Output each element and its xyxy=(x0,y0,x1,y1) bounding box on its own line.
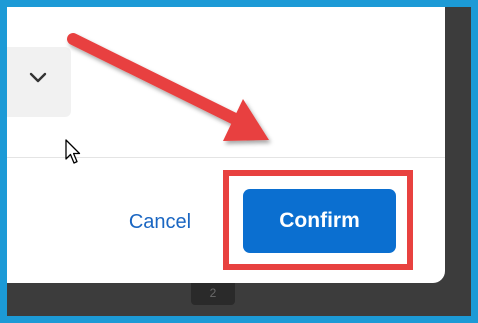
background-page-chip-text: 2 xyxy=(209,286,217,300)
confirm-dialog: Cancel Confirm xyxy=(7,7,445,283)
dropdown-select[interactable] xyxy=(7,47,71,117)
confirm-button[interactable]: Confirm xyxy=(243,189,396,253)
background-page-chip: 2 xyxy=(191,283,235,305)
cancel-button[interactable]: Cancel xyxy=(107,203,213,241)
mouse-pointer-icon xyxy=(65,139,81,164)
chevron-down-icon xyxy=(29,72,47,83)
screenshot-frame: 2 Cancel Confirm xyxy=(7,7,471,316)
